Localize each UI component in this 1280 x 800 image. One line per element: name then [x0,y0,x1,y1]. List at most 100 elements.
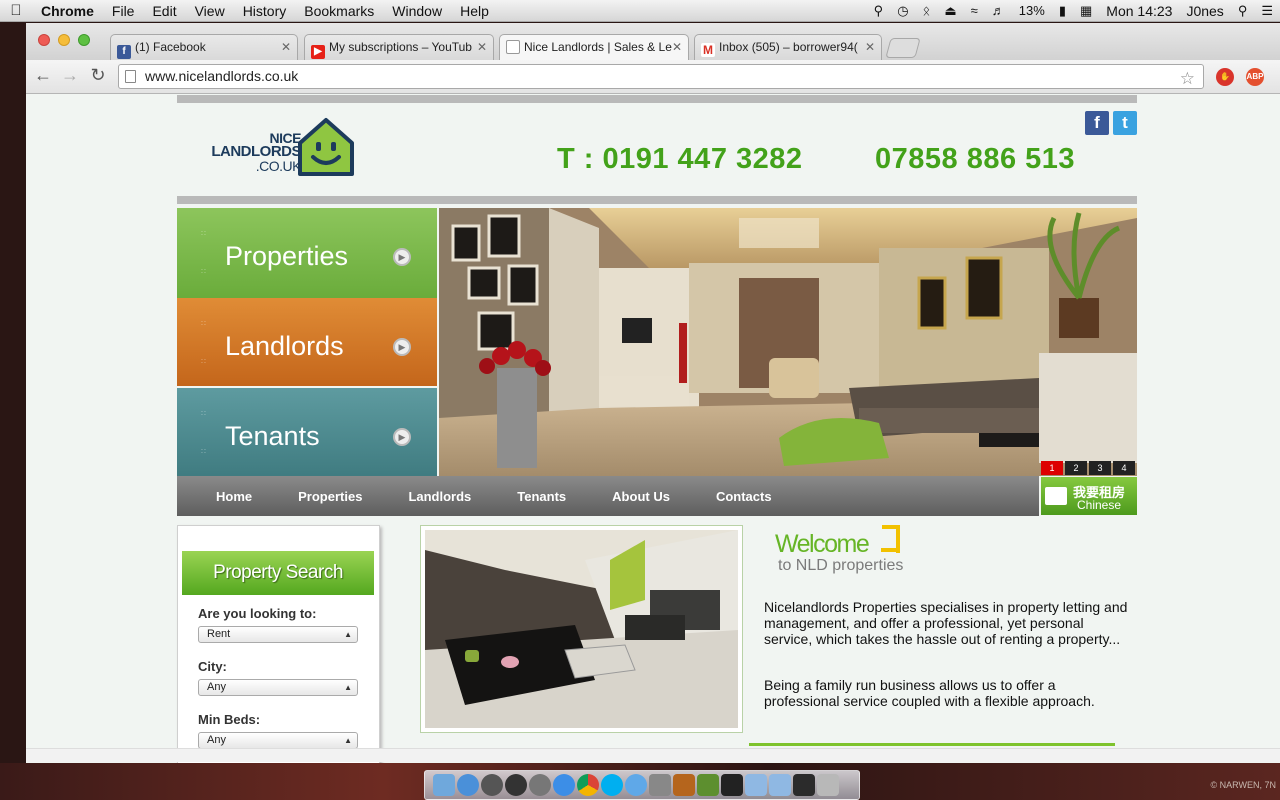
menu-file[interactable]: File [103,0,144,22]
menu-help[interactable]: Help [451,0,498,22]
itunes-icon[interactable] [625,774,647,796]
nav-contacts[interactable]: Contacts [693,489,795,504]
tab-youtube[interactable]: ▶ My subscriptions – YouTub ✕ [304,34,494,60]
notification-center-icon[interactable]: ☰ [1254,0,1280,22]
volume-icon[interactable]: ♬ [985,0,1012,22]
slider-page-1[interactable]: 1 [1041,461,1063,475]
tile-decoration: :: [201,320,207,327]
tab-gmail[interactable]: M Inbox (505) – borrower94( ✕ [694,34,882,60]
tile-decoration: :: [201,410,207,417]
tab-nicelandlords[interactable]: Nice Landlords | Sales & Le ✕ [499,34,689,61]
min-beds-label: Min Beds: [198,712,261,727]
minecraft-icon[interactable] [697,774,719,796]
browser-window: f (1) Facebook ✕ ▶ My subscriptions – YouT… [26,23,1280,763]
bookmark-star-icon[interactable]: ☆ [1180,67,1195,90]
tile-tenants[interactable]: :: :: Tenants ▶ [177,388,437,478]
close-tab-icon[interactable]: ✕ [477,35,487,60]
forward-icon[interactable]: → [59,65,81,86]
minimize-window-button[interactable] [58,34,70,46]
select-value: Any [207,681,226,693]
close-tab-icon[interactable]: ✕ [865,35,875,60]
select-arrows-icon: ▲ [344,736,352,745]
applications-folder-icon[interactable] [745,774,767,796]
dashboard-icon[interactable] [505,774,527,796]
logo-line3: .CO.UK [255,158,302,174]
nav-about-us[interactable]: About Us [589,489,693,504]
nav-home[interactable]: Home [193,489,275,504]
jammit-icon[interactable] [721,774,743,796]
menu-view[interactable]: View [186,0,234,22]
tab-facebook[interactable]: f (1) Facebook ✕ [110,34,298,60]
tile-properties[interactable]: :: :: Properties ▶ [177,208,437,298]
wifi-icon[interactable]: ≈ [964,0,985,22]
reload-icon[interactable]: ↻ [87,65,109,86]
apple-menu-icon[interactable]:  [0,2,32,19]
new-tab-button[interactable] [885,38,921,58]
arrow-right-icon: ▶ [393,248,411,266]
nav-tenants[interactable]: Tenants [494,489,589,504]
menu-history[interactable]: History [234,0,296,22]
stop-icon[interactable]: ✋ [1216,68,1234,86]
documents-folder-icon[interactable] [769,774,791,796]
back-icon[interactable]: ← [32,65,54,86]
safari-icon[interactable] [457,774,479,796]
min-beds-select[interactable]: Any ▲ [198,732,358,749]
page-icon [125,70,136,83]
close-tab-icon[interactable]: ✕ [672,35,682,60]
slider-page-2[interactable]: 2 [1065,461,1087,475]
facebook-icon: f [117,45,131,59]
welcome-title: Welcome [775,530,870,558]
trash-icon[interactable] [817,774,839,796]
eject-icon[interactable]: ⏏ [937,0,963,22]
tile-label: Landlords [225,331,344,361]
launchpad-icon[interactable] [481,774,503,796]
site-logo[interactable]: NICE LANDLORDS .CO.UK [201,117,361,177]
select-value: Rent [207,628,231,640]
menu-app-name[interactable]: Chrome [32,0,103,22]
looking-to-select[interactable]: Rent ▲ [198,626,358,643]
app-store-icon[interactable] [553,774,575,796]
twitter-icon[interactable]: t [1113,111,1137,135]
chinese-language-button[interactable]: 我要租房 Chinese [1041,477,1137,515]
phone-landline: T : 0191 447 3282 [557,143,803,175]
menu-bookmarks[interactable]: Bookmarks [295,0,383,22]
preview-icon[interactable] [649,774,671,796]
skype-icon[interactable] [601,774,623,796]
battery-icon[interactable]: ▮ [1052,0,1073,22]
menu-window[interactable]: Window [383,0,451,22]
tab-title: Inbox (505) – borrower94( [719,40,858,54]
family-business-paragraph: Being a family run business allows us to… [764,677,1095,709]
notification-bell-icon[interactable]: ⚲ [867,0,891,22]
zoom-window-button[interactable] [78,34,90,46]
calendar-icon[interactable]: ▦ [1073,0,1099,22]
browser-toolbar: ← → ↻ www.nicelandlords.co.uk ☆ ✋ ABP [26,60,1280,94]
chrome-icon[interactable] [577,774,599,796]
finder-icon[interactable] [433,774,455,796]
slider-page-3[interactable]: 3 [1089,461,1111,475]
mission-control-icon[interactable] [529,774,551,796]
menu-edit[interactable]: Edit [143,0,185,22]
nav-properties[interactable]: Properties [275,489,385,504]
close-tab-icon[interactable]: ✕ [281,35,291,60]
music-folder-icon[interactable] [793,774,815,796]
welcome-bracket-decoration [881,548,900,552]
clock[interactable]: Mon 14:23 [1099,0,1179,22]
close-window-button[interactable] [38,34,50,46]
spotlight-search-icon[interactable]: ⚲ [1231,0,1255,22]
address-bar[interactable]: www.nicelandlords.co.uk ☆ [118,64,1204,89]
garageband-icon[interactable] [673,774,695,796]
time-machine-icon[interactable]: ◷ [890,0,915,22]
city-select[interactable]: Any ▲ [198,679,358,696]
tile-decoration: :: [201,448,207,455]
select-arrows-icon: ▲ [344,630,352,639]
nav-landlords[interactable]: Landlords [385,489,494,504]
facebook-icon[interactable]: f [1085,111,1109,135]
bluetooth-icon[interactable]: ᛟ [916,0,938,22]
tile-landlords[interactable]: :: :: Landlords ▶ [177,298,437,386]
battery-percent[interactable]: 13% [1012,0,1052,22]
user-name[interactable]: J0nes [1179,0,1230,22]
slider-page-4[interactable]: 4 [1113,461,1135,475]
tab-title: Nice Landlords | Sales & Le [524,40,672,54]
adblock-icon[interactable]: ABP [1246,68,1264,86]
site-container: NICE LANDLORDS .CO.UK f t T : 0191 447 3… [177,95,1137,763]
